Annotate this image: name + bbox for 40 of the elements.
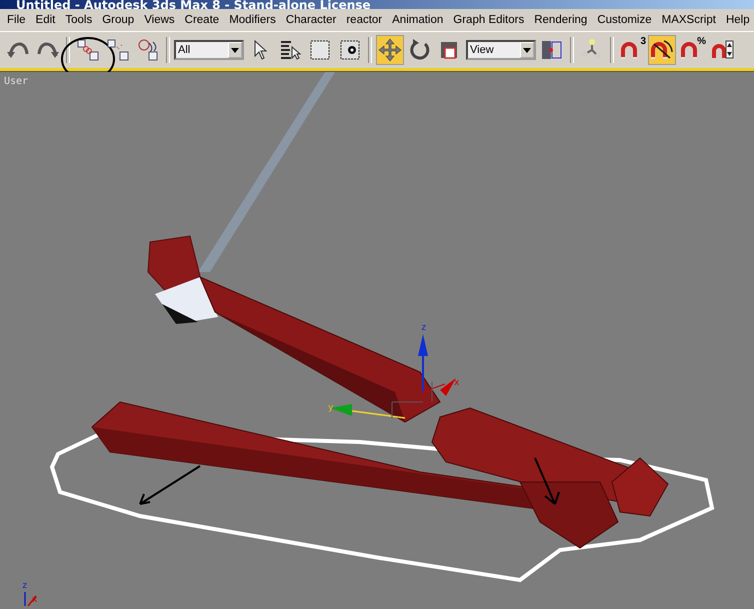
snap-button[interactable]: 3 <box>618 35 646 65</box>
menu-item[interactable]: reactor <box>341 14 388 26</box>
dropdown-arrow-icon <box>231 48 239 52</box>
x-axis-label: x <box>454 378 460 388</box>
menu-item[interactable]: Views <box>139 14 180 26</box>
rotate-icon <box>408 38 432 62</box>
axis-tripod-drawing <box>24 592 37 606</box>
menu-item[interactable]: Help <box>720 14 754 26</box>
filter-dropdown[interactable]: All <box>174 40 244 60</box>
unlink-icon <box>106 38 130 62</box>
menu-item[interactable]: Group <box>97 14 140 26</box>
move-button[interactable] <box>376 35 404 65</box>
region-icon <box>308 38 332 62</box>
menu-item[interactable]: Customize <box>592 14 657 26</box>
menu-item[interactable]: Modifiers <box>224 14 281 26</box>
menu-item[interactable]: Edit <box>30 14 60 26</box>
move-icon <box>378 38 402 62</box>
menu-item[interactable]: Animation <box>387 14 448 26</box>
z-axis-label: z <box>421 323 426 333</box>
pivot-icon <box>540 38 564 62</box>
menu-item[interactable]: MAXScript <box>656 14 721 26</box>
percent-snap-button[interactable]: % <box>678 35 706 65</box>
menu-item[interactable]: Create <box>180 14 224 26</box>
angle-snap-button[interactable] <box>648 35 676 65</box>
menu-item[interactable]: Tools <box>60 14 98 26</box>
menu-item[interactable]: Rendering <box>529 14 592 26</box>
window-title: Untitled - Autodesk 3ds Max 8 - Stand-alone License <box>15 0 371 9</box>
tripod-z-label: z <box>22 581 28 591</box>
manipulate-icon <box>580 38 604 62</box>
bind-icon <box>136 38 160 62</box>
magnet-icon <box>650 38 674 62</box>
filter-dropdown[interactable]: View <box>466 40 536 60</box>
link-icon <box>76 38 100 62</box>
menu-item[interactable]: Character <box>280 14 342 26</box>
menu-item[interactable]: File <box>2 14 31 26</box>
y-axis-label: y <box>328 403 334 413</box>
crossing-icon <box>338 38 362 62</box>
menu-item[interactable]: Graph Editors <box>448 14 530 26</box>
list-cursor-icon <box>278 38 302 62</box>
dropdown-arrow-icon <box>523 48 531 52</box>
